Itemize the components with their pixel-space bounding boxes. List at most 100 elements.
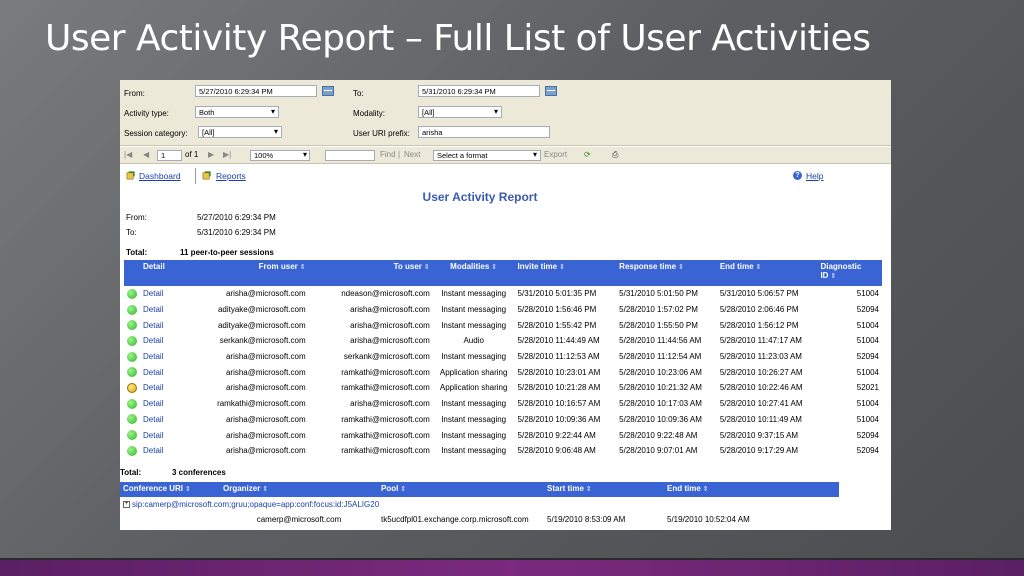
detail-link[interactable]: Detail: [140, 427, 185, 443]
column-header[interactable]: Conference URI ⇕: [120, 482, 220, 497]
format-select[interactable]: Select a format: [433, 150, 541, 161]
export-link[interactable]: Export: [544, 150, 567, 159]
table-row: Detail arisha@microsoft.com ramkathi@micro…: [124, 412, 882, 428]
end-time-cell: 5/28/2010 10:26:27 AM: [719, 367, 803, 377]
from-user-cell: arisha@microsoft.com: [225, 446, 306, 456]
zoom-chevron-down-icon[interactable]: ▾: [303, 150, 307, 159]
dashboard-link[interactable]: Dashboard: [139, 171, 181, 181]
prev-page-icon[interactable]: ◀: [143, 150, 149, 159]
sort-icon[interactable]: ⇕: [678, 264, 684, 271]
response-time-cell: 5/31/2010 5:01:50 PM: [619, 289, 698, 299]
session-category-label: Session category:: [124, 129, 188, 138]
sort-icon[interactable]: ⇕: [703, 486, 709, 493]
detail-link[interactable]: Detail: [140, 302, 185, 318]
sessions-total-value: 11 peer-to-peer sessions: [180, 248, 274, 257]
end-time-cell: 5/28/2010 9:17:29 AM: [719, 446, 799, 456]
table-row: Detail arisha@microsoft.com ramkathi@micro…: [124, 380, 882, 396]
column-header[interactable]: From user ⇕: [184, 260, 309, 286]
status-cell: [124, 302, 140, 318]
diagnostic-id-cell: 52021: [856, 383, 879, 393]
find-divider: |: [398, 150, 401, 159]
page-number-input[interactable]: 1: [157, 150, 182, 161]
from-user-cell: arisha@microsoft.com: [225, 430, 306, 440]
response-time-cell: 5/28/2010 10:23:06 AM: [619, 367, 702, 377]
modality-cell: Audio: [463, 336, 484, 346]
end-time-cell: 5/28/2010 11:47:17 AM: [719, 336, 802, 346]
sort-icon[interactable]: ⇕: [830, 273, 836, 280]
column-header[interactable]: Modalities ⇕: [432, 260, 515, 286]
refresh-icon[interactable]: ⟳: [584, 150, 591, 159]
sort-icon[interactable]: ⇕: [559, 264, 565, 271]
column-header[interactable]: Organizer ⇕: [220, 482, 378, 497]
detail-link[interactable]: Detail: [140, 349, 185, 365]
reports-link[interactable]: Reports: [216, 171, 246, 181]
user-uri-input[interactable]: arisha: [418, 126, 550, 138]
column-header[interactable]: End time ⇕: [716, 260, 818, 286]
help-icon[interactable]: ?: [793, 171, 802, 180]
from-calendar-icon[interactable]: [322, 86, 334, 96]
last-page-icon[interactable]: ▶|: [223, 150, 231, 159]
modality-select[interactable]: [All]: [418, 106, 502, 118]
invite-time-cell: 5/28/2010 9:22:44 AM: [517, 430, 596, 440]
to-calendar-icon[interactable]: [545, 86, 557, 96]
status-green-icon: [127, 445, 137, 456]
help-link[interactable]: Help: [806, 171, 823, 181]
detail-link[interactable]: Detail: [140, 380, 185, 396]
column-header[interactable]: End time ⇕: [664, 482, 839, 497]
conference-uri[interactable]: sip:camerp@microsoft.com;gruu;opaque=app…: [132, 500, 379, 509]
zoom-select[interactable]: 100%: [250, 150, 310, 161]
format-chevron-down-icon[interactable]: ▾: [533, 150, 537, 159]
column-header[interactable]: Pool ⇕: [378, 482, 544, 497]
session-category-select[interactable]: [All]: [198, 126, 282, 138]
next-page-icon[interactable]: ▶: [208, 150, 214, 159]
to-user-cell: ndeason@microsoft.com: [341, 289, 430, 299]
detail-link[interactable]: Detail: [140, 412, 185, 428]
end-time-cell: 5/31/2010 5:06:57 PM: [719, 289, 799, 299]
diagnostic-id-cell: 51004: [856, 367, 879, 377]
sort-icon[interactable]: ⇕: [586, 486, 592, 493]
from-user-cell: serkank@microsoft.com: [219, 336, 306, 346]
column-header[interactable]: To user ⇕: [308, 260, 433, 286]
to-user-cell: ramkathi@microsoft.com: [341, 367, 430, 377]
sort-icon[interactable]: ⇕: [491, 264, 497, 271]
column-header[interactable]: Response time ⇕: [616, 260, 717, 286]
to-user-cell: ramkathi@microsoft.com: [341, 446, 430, 456]
print-icon[interactable]: ⎙: [612, 150, 618, 160]
detail-link[interactable]: Detail: [140, 286, 185, 302]
detail-link[interactable]: Detail: [140, 364, 185, 380]
detail-link[interactable]: Detail: [140, 396, 185, 412]
detail-link[interactable]: Detail: [140, 443, 185, 459]
column-header[interactable]: Detail: [140, 260, 185, 286]
sort-icon[interactable]: ⇕: [300, 264, 306, 271]
status-cell: [124, 427, 140, 443]
detail-link[interactable]: Detail: [140, 317, 185, 333]
from-date-input[interactable]: 5/27/2010 6:29:34 PM: [195, 85, 317, 97]
modality-cell: Instant messaging: [441, 446, 507, 456]
response-time-cell: 5/28/2010 11:44:56 AM: [619, 336, 702, 346]
modality-cell: Instant messaging: [441, 399, 507, 409]
sort-icon[interactable]: ⇕: [262, 486, 268, 493]
sort-icon[interactable]: ⇕: [185, 486, 191, 493]
column-header[interactable]: Start time ⇕: [544, 482, 664, 497]
activity-type-select[interactable]: Both: [195, 106, 279, 118]
conferences-table: Conference URI ⇕ Organizer ⇕ Pool ⇕ Start t…: [120, 482, 839, 527]
modality-cell: Instant messaging: [441, 305, 507, 315]
slide-title: User Activity Report – Full List of User…: [45, 18, 871, 59]
sort-icon[interactable]: ⇕: [424, 264, 430, 271]
next-link[interactable]: Next: [404, 150, 420, 159]
find-link[interactable]: Find: [380, 150, 396, 159]
first-page-icon[interactable]: |◀: [124, 150, 132, 159]
end-time-cell: 5/19/2010 10:52:04 AM: [667, 515, 750, 524]
sort-icon[interactable]: ⇕: [756, 264, 762, 271]
to-user-cell: ramkathi@microsoft.com: [341, 414, 430, 424]
column-header[interactable]: Diagnostic ID ⇕: [817, 260, 882, 286]
sort-icon[interactable]: ⇕: [400, 486, 406, 493]
end-time-cell: 5/28/2010 11:23:03 AM: [719, 352, 802, 362]
find-input[interactable]: [325, 150, 375, 161]
invite-time-cell: 5/28/2010 9:06:48 AM: [517, 446, 596, 456]
detail-link[interactable]: Detail: [140, 333, 185, 349]
to-date-input[interactable]: 5/31/2010 6:29:34 PM: [418, 85, 540, 97]
modality-cell: Application sharing: [439, 383, 508, 393]
expand-icon[interactable]: +: [123, 501, 130, 509]
column-header[interactable]: Invite time ⇕: [514, 260, 617, 286]
